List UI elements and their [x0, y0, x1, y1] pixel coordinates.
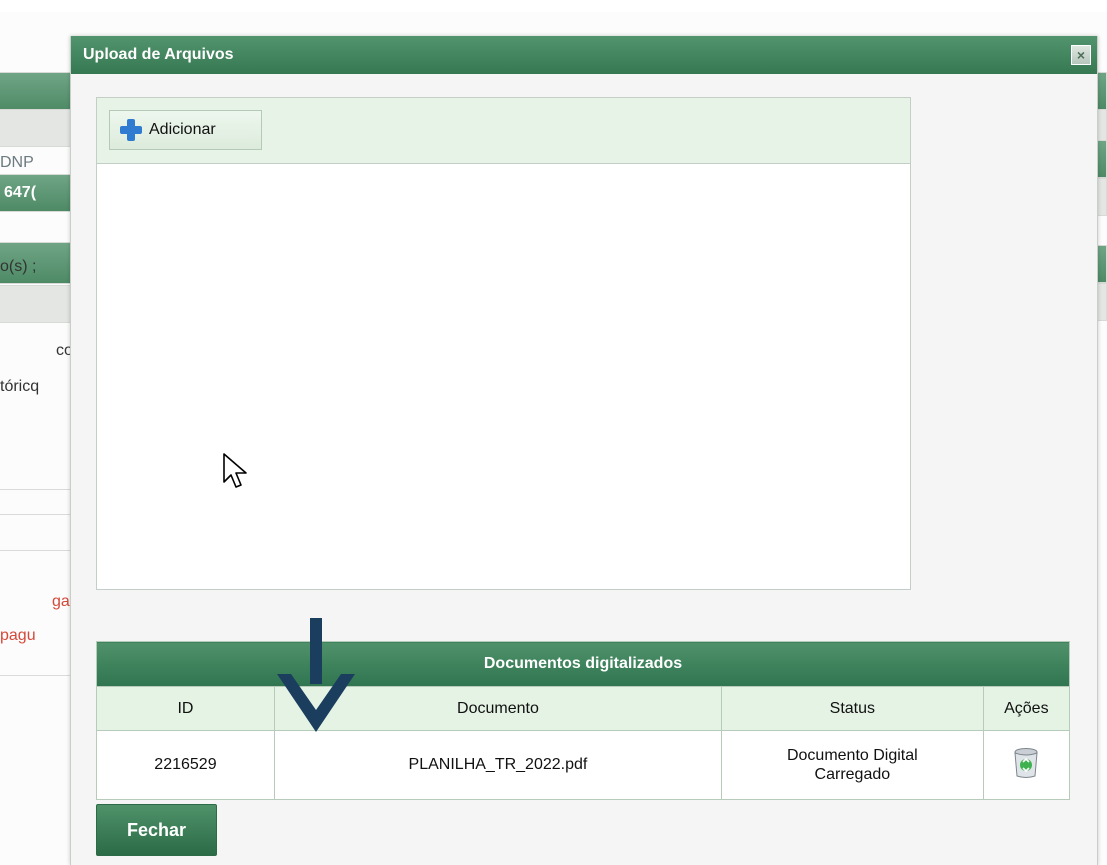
documents-table-caption: Documentos digitalizados	[96, 641, 1070, 687]
recycle-bin-icon[interactable]	[1013, 747, 1039, 779]
document-id: 2216529	[96, 730, 275, 800]
background-divider	[0, 550, 70, 551]
background-top-bar	[0, 0, 1107, 12]
close-dialog-button[interactable]: ×	[1071, 45, 1091, 65]
background-row	[0, 285, 70, 323]
dialog-titlebar: Upload de Arquivos ×	[71, 36, 1097, 74]
background-header-strip	[0, 72, 70, 112]
document-name: PLANILHA_TR_2022.pdf	[273, 730, 722, 800]
status-line: Documento Digital	[786, 747, 918, 764]
arrow-down-icon	[277, 618, 355, 732]
background-divider	[0, 675, 70, 676]
column-header-acoes: Ações	[982, 686, 1071, 731]
background-text: tóricq	[0, 378, 40, 395]
upload-drop-area[interactable]: Adicionar	[96, 97, 911, 590]
plus-icon	[120, 119, 142, 141]
background-text: 647(	[4, 184, 37, 201]
upload-toolbar: Adicionar	[97, 98, 910, 164]
close-icon: ×	[1076, 47, 1086, 63]
document-status: Documento Digital Carregado	[720, 730, 984, 800]
background-text: ga	[52, 593, 70, 610]
mouse-cursor-icon	[223, 453, 247, 488]
background-text: DNP	[0, 154, 34, 171]
status-line: Carregado	[814, 766, 891, 783]
actions-cell	[982, 730, 1071, 800]
background-divider	[0, 489, 70, 490]
column-header-status: Status	[720, 686, 984, 731]
background-row	[0, 109, 70, 147]
documents-table: Documentos digitalizados ID Documento St…	[96, 641, 1071, 800]
close-button[interactable]: Fechar	[96, 804, 217, 856]
dialog-title: Upload de Arquivos	[83, 46, 234, 63]
background-text: o(s) ;	[0, 258, 37, 275]
background-text: pagu	[0, 627, 36, 644]
table-row: 2216529 PLANILHA_TR_2022.pdf Documento D…	[96, 730, 1071, 800]
add-file-label: Adicionar	[149, 121, 216, 138]
column-header-id: ID	[96, 686, 275, 731]
add-file-button[interactable]: Adicionar	[109, 110, 262, 150]
background-divider	[0, 514, 70, 515]
